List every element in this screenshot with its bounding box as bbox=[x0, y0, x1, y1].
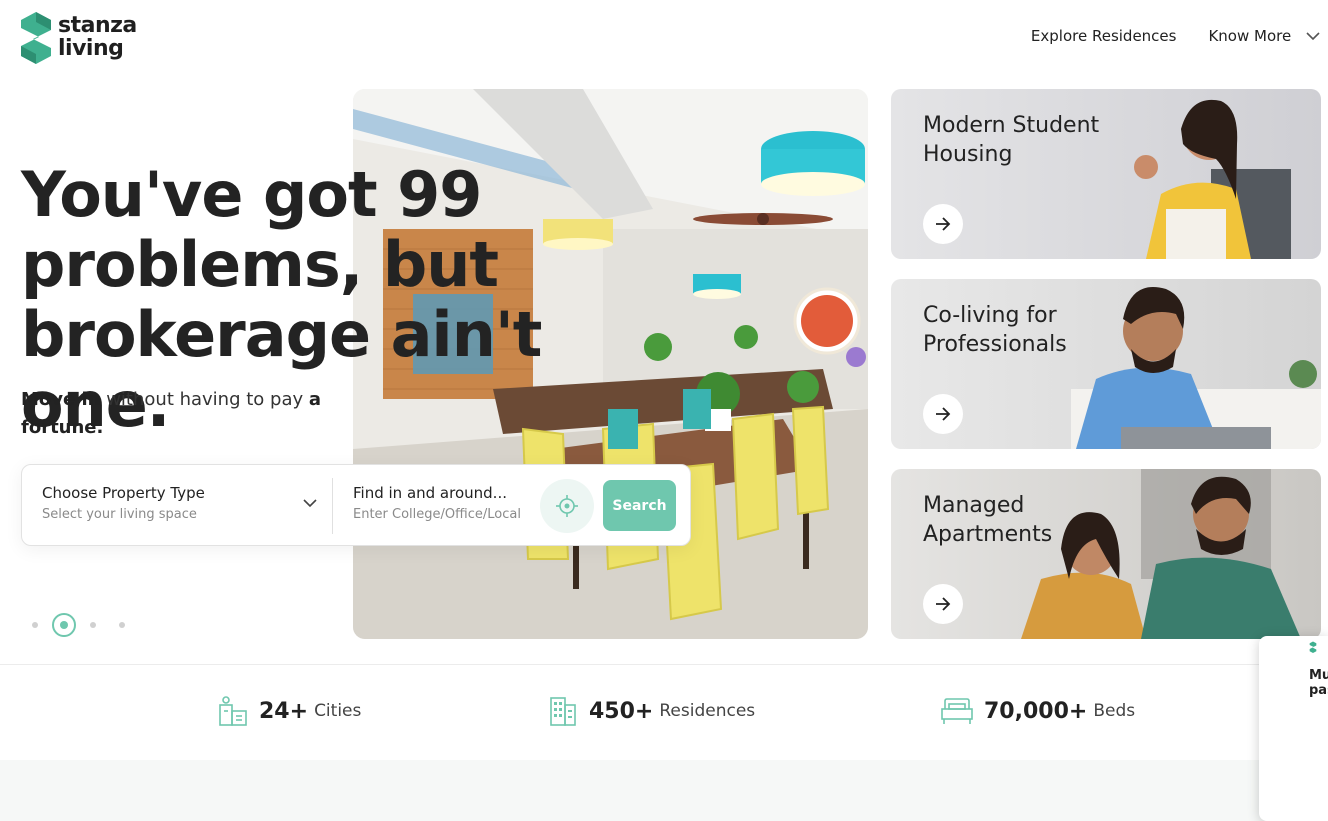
stat-label: Cities bbox=[314, 701, 362, 721]
stanza-living-logo[interactable]: stanza living bbox=[21, 10, 137, 64]
stat-number: 70,000+ bbox=[984, 698, 1088, 724]
arrow-right-icon[interactable] bbox=[923, 204, 963, 244]
search-panel: Choose Property Type Select your living … bbox=[21, 464, 691, 546]
stat-number: 450+ bbox=[589, 698, 654, 724]
main-nav: Explore Residences Know More bbox=[1031, 27, 1320, 45]
crosshair-icon bbox=[556, 495, 578, 517]
arrow-right-icon[interactable] bbox=[923, 394, 963, 434]
nav-know-more[interactable]: Know More bbox=[1208, 27, 1320, 45]
card-student-housing[interactable]: Modern Student Housing bbox=[891, 89, 1321, 259]
stat-label: Residences bbox=[659, 701, 756, 721]
card-title: Co-living for Professionals bbox=[923, 303, 1067, 357]
stat-beds: 70,000+ Beds bbox=[940, 695, 1135, 727]
logo-text-line1: stanza bbox=[58, 13, 137, 38]
site-header: stanza living Explore Residences Know Mo… bbox=[0, 0, 1328, 80]
stat-label: Beds bbox=[1093, 701, 1136, 721]
location-field-title: Find in and around... bbox=[353, 484, 507, 502]
card-title: Managed Apartments bbox=[923, 493, 1053, 547]
carousel-dot-4[interactable] bbox=[119, 622, 125, 628]
location-field: Find in and around... bbox=[353, 484, 533, 522]
building-icon bbox=[550, 697, 576, 726]
hero-sub-mid: without having to pay bbox=[100, 389, 309, 410]
card-managed-apartments[interactable]: Managed Apartments bbox=[891, 469, 1321, 639]
search-divider bbox=[332, 478, 333, 534]
carousel-dot-1[interactable] bbox=[32, 622, 38, 628]
property-type-title: Choose Property Type bbox=[42, 484, 205, 502]
bed-icon bbox=[941, 698, 973, 724]
side-popup-text: Mu Zer pas bbox=[1309, 668, 1328, 698]
card-title: Modern Student Housing bbox=[923, 113, 1100, 167]
locate-me-button[interactable] bbox=[540, 479, 594, 533]
nav-know-more-label: Know More bbox=[1208, 27, 1292, 45]
city-icon bbox=[219, 696, 247, 726]
stat-cities: 24+ Cities bbox=[217, 695, 361, 727]
next-section-band bbox=[0, 760, 1328, 821]
stat-residences: 450+ Residences bbox=[547, 695, 755, 727]
stat-number: 24+ bbox=[259, 698, 309, 724]
hero-sub-bold1: Move in bbox=[21, 389, 101, 410]
logo-mark-icon bbox=[21, 12, 51, 64]
location-input[interactable] bbox=[353, 507, 521, 522]
property-type-dropdown[interactable]: Choose Property Type Select your living … bbox=[42, 484, 205, 522]
stats-divider bbox=[0, 664, 1328, 665]
logo-mark-icon bbox=[1309, 641, 1317, 653]
card-coliving-professionals[interactable]: Co-living for Professionals bbox=[891, 279, 1321, 449]
nav-explore-residences[interactable]: Explore Residences bbox=[1031, 27, 1177, 45]
logo-text-line2: living bbox=[58, 36, 124, 61]
hero-subline: Move in without having to pay a fortune. bbox=[21, 386, 331, 442]
chevron-down-icon bbox=[1306, 32, 1320, 41]
arrow-right-icon[interactable] bbox=[923, 584, 963, 624]
search-button[interactable]: Search bbox=[603, 480, 676, 531]
chevron-down-icon[interactable] bbox=[303, 499, 317, 508]
carousel-dots bbox=[30, 612, 130, 638]
side-promo-popup[interactable]: Mu Zer pas bbox=[1259, 636, 1328, 821]
carousel-dot-2-active[interactable] bbox=[52, 613, 76, 637]
carousel-dot-3[interactable] bbox=[90, 622, 96, 628]
property-type-sub: Select your living space bbox=[42, 507, 197, 522]
